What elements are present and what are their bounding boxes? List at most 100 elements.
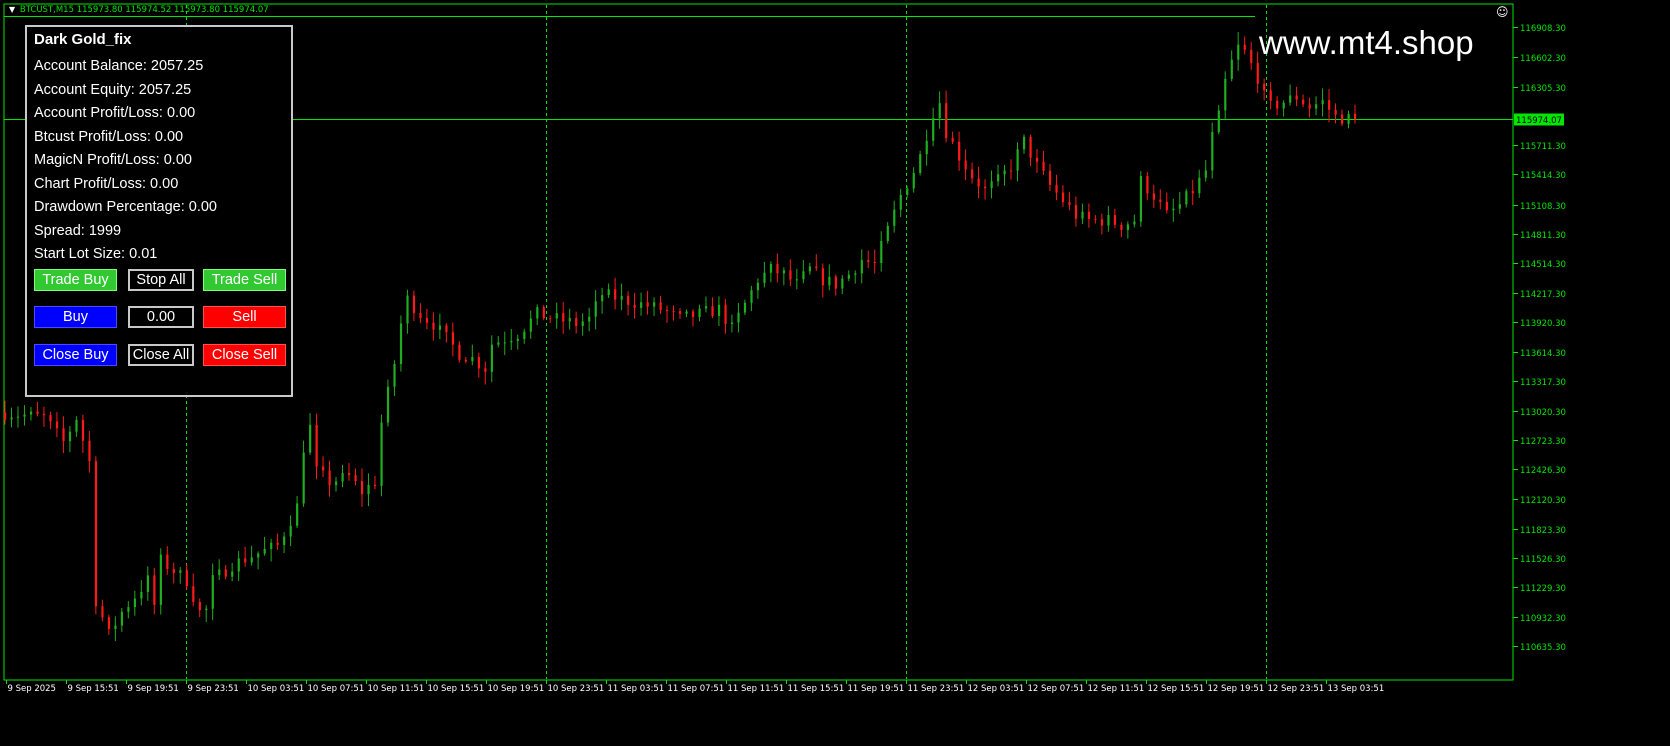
expert-smiley-icon: ☺ [1496,5,1509,19]
sell-button[interactable]: Sell [203,306,286,328]
candle-body [1146,176,1149,194]
candle [185,563,188,590]
candle-body [971,169,974,179]
candle-body [224,569,227,577]
candle-body [1016,149,1019,171]
candle-body [1204,170,1207,178]
close-all-button[interactable]: Close All [128,344,194,366]
candle-body [438,325,442,330]
candle-body [211,575,214,609]
candle-body [133,598,137,608]
candle-body [1269,90,1272,101]
candle [1113,208,1117,229]
account-profit-loss-line: Account Profit/Loss: 0.00 [34,105,196,121]
candle-body [315,424,318,467]
candle-body [114,625,117,630]
candle [1217,105,1220,135]
candle-body [893,209,896,226]
candle [763,261,766,288]
candle [153,567,156,615]
candle-body [445,325,448,333]
candle-body [205,608,208,611]
candle [218,559,221,581]
dropdown-arrow-icon[interactable]: ▼ [9,5,15,14]
candle-body [1185,191,1188,205]
candle [270,538,273,562]
candle-body [1224,78,1227,111]
candle-body [1029,136,1032,158]
candle-body [555,313,558,319]
candle [581,313,584,336]
stop-all-button[interactable]: Stop All [128,269,194,291]
candle [283,532,286,554]
candle [341,465,344,488]
candle-body [964,160,967,170]
x-tick-label: 12 Sep 15:51 [1148,684,1205,694]
candle [231,562,234,582]
candle-body [49,415,52,422]
candle-body [1133,221,1136,225]
candle-body [432,322,435,330]
candle [724,299,727,334]
lot-value-field[interactable]: 0.00 [128,306,194,328]
candle-body [328,470,331,486]
candle [127,601,130,619]
trade-sell-button[interactable]: Trade Sell [203,269,286,291]
candle [458,341,461,363]
close-buy-button[interactable]: Close Buy [34,344,117,366]
candle [958,131,961,171]
candle-body [867,260,870,263]
candle-body [588,316,591,322]
close-sell-button[interactable]: Close Sell [203,344,286,366]
candle [510,328,513,350]
candle [698,304,701,322]
candle [1081,203,1084,225]
candle-body [562,313,565,322]
trade-buy-button[interactable]: Trade Buy [34,269,117,291]
candle-body [1113,215,1117,225]
candle-body [614,289,617,300]
candle [1139,171,1143,227]
candle-body [1243,44,1246,51]
candle-body [847,274,850,279]
buy-button[interactable]: Buy [34,306,117,328]
candle [1055,174,1058,201]
candle [406,289,409,334]
candle [380,414,383,497]
candle [945,90,948,143]
candle-body [841,278,844,289]
candle [737,303,740,333]
candle [679,307,682,320]
candle [1237,32,1240,71]
candle [672,305,675,321]
candle-body [360,481,364,495]
candle [802,260,805,284]
candle-body [685,311,688,314]
candle-body [120,611,124,626]
candle [549,315,552,323]
candle-body [666,309,669,312]
candle-body [1341,114,1344,124]
candle-body [1295,95,1298,100]
candle [1010,159,1013,180]
candle-body [1328,100,1331,110]
candle-body [55,421,59,429]
candle-body [341,473,344,482]
candle-body [1120,224,1123,230]
candle-body [730,322,734,325]
candle-body [1048,170,1052,185]
candle [159,548,162,615]
candle-body [711,306,714,316]
candle-body [1191,191,1194,194]
candle [854,270,857,284]
candle-body [620,295,623,300]
candle-body [94,461,98,607]
candle [1042,150,1045,176]
candle [393,360,396,396]
candle [244,546,247,567]
candle-body [276,542,279,545]
x-tick-label: 12 Sep 07:51 [1028,684,1085,694]
candle [886,222,889,244]
candle [432,312,435,341]
candle-body [1081,211,1084,219]
